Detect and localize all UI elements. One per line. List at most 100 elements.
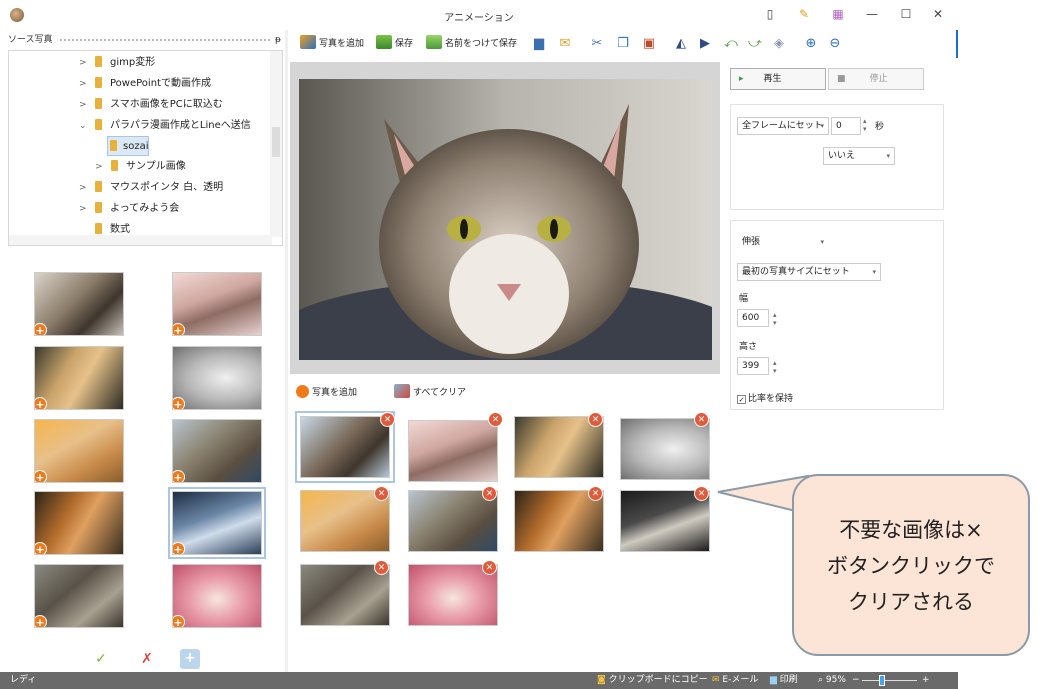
size-mode-select[interactable]: 最初の写真サイズにセット ▾ [737,263,881,281]
source-thumbnail[interactable]: + [172,346,262,410]
loop-select[interactable]: いいえ ▾ [823,147,895,165]
check-icon[interactable]: ✓ [92,650,110,668]
stretch-select[interactable]: 伸張 ▾ [737,233,829,251]
flip-horizontal-icon[interactable]: ◭ [672,36,690,52]
palette-icon[interactable]: ▦ [830,6,846,22]
zoom-out-icon[interactable]: ⊖ [826,36,844,52]
email-icon[interactable]: ✉ [556,36,574,52]
seconds-input[interactable]: 0 [831,117,861,135]
add-selected-icon[interactable]: + [180,649,200,669]
frame-thumbnail[interactable] [620,418,710,480]
remove-frame-icon[interactable]: ✕ [482,486,497,501]
pane-splitter[interactable] [285,30,288,672]
clear-all-button[interactable]: すべてクリア [394,384,466,402]
cut-icon[interactable]: ✂ [588,36,606,52]
remove-frame-icon[interactable]: ✕ [482,560,497,575]
chevron-right-icon[interactable]: > [79,53,91,73]
tree-item[interactable]: > PowePointで動画作成 [79,74,211,94]
source-thumbnail[interactable]: + [172,419,262,483]
remove-frame-icon[interactable]: ✕ [374,486,389,501]
close-button[interactable]: ✕ [930,6,946,22]
add-icon[interactable]: + [35,397,47,409]
email-status-button[interactable]: ✉ E-メール [712,672,758,689]
chevron-right-icon[interactable]: > [79,199,91,219]
chevron-right-icon[interactable]: > [79,95,91,115]
scrollbar-thumb[interactable] [272,127,280,157]
chevron-right-icon[interactable]: > [79,178,91,198]
source-thumbnail[interactable]: + [34,564,124,628]
maximize-button[interactable]: ☐ [898,6,914,22]
paste-icon[interactable]: ▣ [640,36,658,52]
tree-horizontal-scrollbar[interactable] [9,235,272,245]
pin-icon[interactable]: ᵽ [275,32,281,48]
remove-frame-icon[interactable]: ✕ [588,486,603,501]
chevron-down-icon[interactable]: ⌄ [79,116,91,136]
note-icon[interactable]: ▯ [762,6,778,22]
flip-vertical-icon[interactable]: ▶ [696,36,714,52]
tree-item[interactable]: > マウスポインタ 白、透明 [79,178,223,198]
copy-icon[interactable]: ❐ [614,36,632,52]
minimize-button[interactable]: — [864,6,880,22]
stop-button[interactable]: ■ 停止 [828,68,924,90]
source-thumbnail[interactable]: + [34,491,124,555]
width-input[interactable]: 600 [737,309,769,327]
add-icon[interactable]: + [173,615,185,627]
add-icon[interactable]: + [35,323,47,335]
zoom-slider-track[interactable] [862,680,917,681]
source-thumbnail[interactable]: + [172,272,262,336]
rotate-right-icon[interactable]: ⤻ [746,36,764,52]
source-thumbnail[interactable]: + [172,564,262,628]
zoom-out-status-button[interactable]: − [852,672,860,689]
add-icon[interactable]: + [173,542,185,554]
source-thumbnail-selected[interactable]: + [168,487,266,559]
save-button[interactable]: 保存 [376,35,413,53]
effects-icon[interactable]: ◈ [770,36,788,52]
seconds-spinner[interactable]: ▴ ▾ [863,117,867,133]
remove-frame-icon[interactable]: ✕ [588,412,603,427]
tree-item[interactable]: > スマホ画像をPCに取込む [79,95,223,115]
keep-ratio-checkbox[interactable]: ✓ 比率を保持 [737,391,793,404]
tree-vertical-scrollbar[interactable] [270,51,282,237]
remove-frame-icon[interactable]: ✕ [694,412,709,427]
uncheck-icon[interactable]: ✗ [138,650,156,668]
folder-tree[interactable]: > gimp変形 > PowePointで動画作成 > スマホ画像をPCに取込む ⌄ パ… [8,50,283,246]
print-icon[interactable]: ▆ [530,36,548,52]
height-spinner[interactable]: ▴ ▾ [773,359,777,375]
source-thumbnail[interactable]: + [34,419,124,483]
add-photo-button[interactable]: 写真を追加 [300,35,364,53]
add-icon[interactable]: + [173,323,185,335]
width-spinner[interactable]: ▴ ▾ [773,311,777,327]
pencil-icon[interactable]: ✎ [796,6,812,22]
tree-item[interactable]: > サンプル画像 [95,157,186,177]
save-as-button[interactable]: 名前をつけて保存 [426,35,517,53]
remove-frame-icon[interactable]: ✕ [694,486,709,501]
add-icon[interactable]: + [35,470,47,482]
tree-item[interactable]: ⌄ パラパラ漫画作成とLineへ送信 [79,116,251,136]
source-thumbnail[interactable]: + [34,346,124,410]
gallery-add-photo-button[interactable]: 写真を追加 [296,384,357,402]
add-icon[interactable]: + [173,470,185,482]
chevron-right-icon[interactable]: > [95,157,107,177]
chevron-right-icon[interactable]: > [79,74,91,94]
tree-item[interactable]: > gimp変形 [79,53,155,73]
frame-set-select[interactable]: 全フレームにセット ▾ [737,117,829,135]
remove-frame-icon[interactable]: ✕ [374,560,389,575]
height-input[interactable]: 399 [737,357,769,375]
checkbox-checked-icon[interactable]: ✓ [737,395,746,404]
add-icon[interactable]: + [35,615,47,627]
zoom-in-icon[interactable]: ⊕ [802,36,820,52]
frame-thumbnail[interactable] [408,420,498,482]
frame-thumbnail[interactable] [295,411,395,483]
add-icon[interactable]: + [173,397,185,409]
play-button[interactable]: ▸ 再生 [730,68,826,90]
remove-frame-icon[interactable]: ✕ [488,412,503,427]
tree-item-selected[interactable]: sozai [107,136,149,156]
add-icon[interactable]: + [35,542,47,554]
tree-item[interactable]: > よってみよう会 [79,199,179,219]
source-thumbnail[interactable]: + [34,272,124,336]
copy-clipboard-button[interactable]: ◙ クリップボードにコピー [597,672,708,689]
rotate-left-icon[interactable]: ⤺ [722,36,740,52]
zoom-slider-thumb[interactable] [879,675,885,686]
zoom-in-status-button[interactable]: + [922,672,930,689]
print-status-button[interactable]: ▆ 印刷 [770,672,798,689]
